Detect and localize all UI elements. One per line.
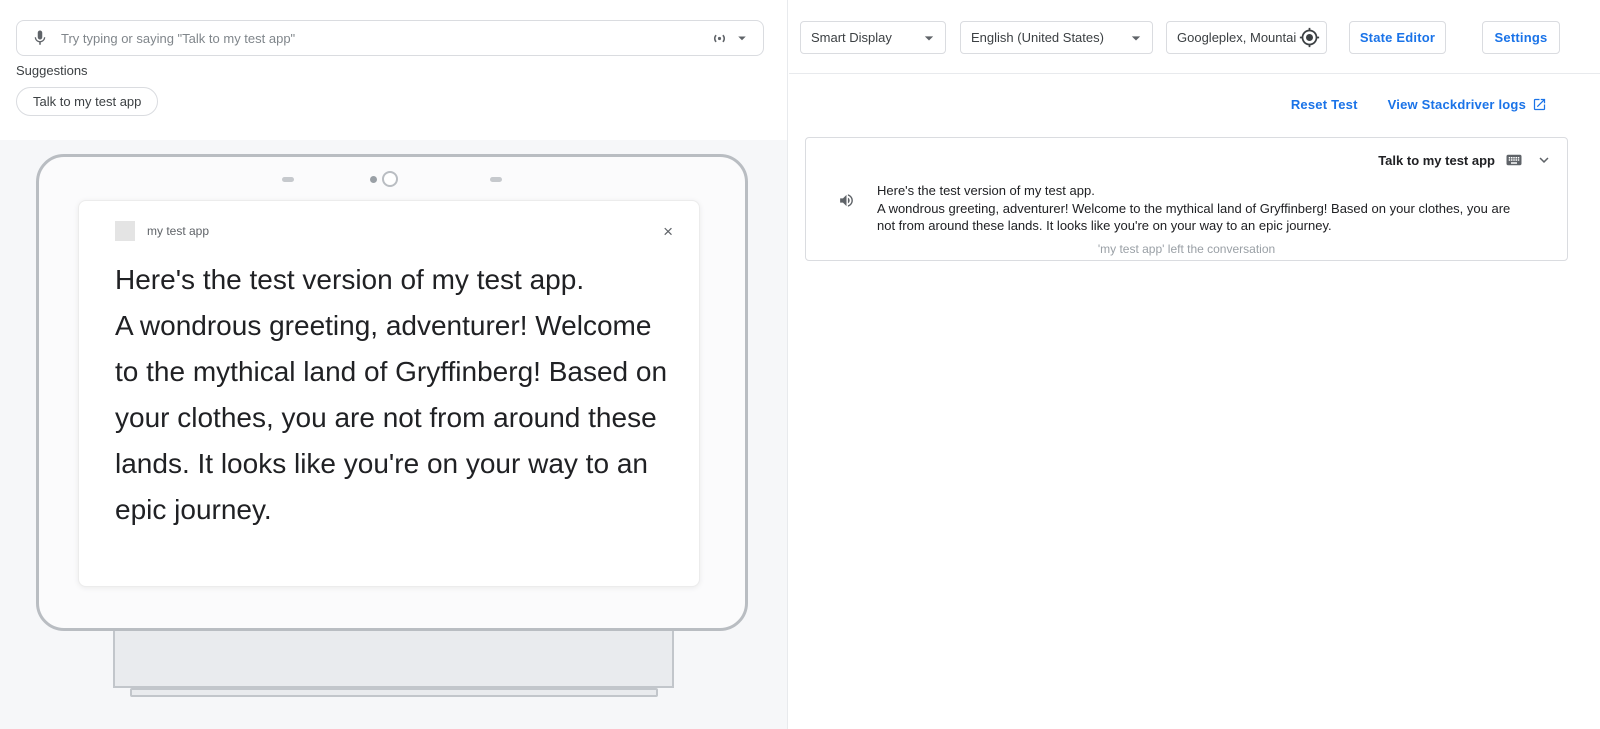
device-screen: my test app × Here's the test version of… [78,200,700,587]
suggestion-chip[interactable]: Talk to my test app [16,87,158,116]
conversation-turn-card: Talk to my test app Here's the test vers… [805,137,1568,261]
device-screen-header: my test app × [79,201,699,241]
my-location-icon[interactable] [1297,25,1322,50]
expand-turn-chevron-icon[interactable] [1533,149,1555,171]
location-field[interactable]: Googleplex, Mountain ... [1166,21,1327,54]
suggestions-label: Suggestions [16,63,88,78]
view-stackdriver-logs-link[interactable]: View Stackdriver logs [1388,97,1547,112]
toolbar-divider [789,73,1600,74]
conversation-status: 'my test app' left the conversation [806,242,1567,256]
simulator-settings-panel: Smart Display English (United States) Go… [789,0,1600,729]
chevron-down-icon [1124,26,1148,50]
language-select[interactable]: English (United States) [960,21,1153,54]
assistant-response-row: Here's the test version of my test app. … [836,182,1525,235]
user-query-row: Talk to my test app [1378,149,1555,171]
device-sensor-left [282,177,294,182]
keyboard-icon [1503,149,1525,171]
mic-icon[interactable] [29,27,51,49]
close-icon[interactable]: × [663,223,673,240]
chevron-down-icon[interactable] [731,27,753,49]
surface-select[interactable]: Smart Display [800,21,946,54]
speaker-icon[interactable] [836,190,857,211]
location-value: Googleplex, Mountain ... [1177,30,1297,45]
language-select-value: English (United States) [971,30,1104,45]
view-logs-label: View Stackdriver logs [1388,97,1526,112]
query-input-bar [16,20,764,56]
user-query-text: Talk to my test app [1378,153,1495,168]
response-body: A wondrous greeting, adventurer! Welcome… [877,200,1525,235]
query-input[interactable] [61,31,708,46]
state-editor-button[interactable]: State Editor [1349,21,1446,54]
device-response-text: Here's the test version of my test app. … [79,241,699,533]
device-stand [113,631,674,688]
assistant-response-text: Here's the test version of my test app. … [877,182,1525,235]
response-intro: Here's the test version of my test app. [877,182,1525,200]
app-logo-placeholder [115,221,135,241]
smart-display-frame: my test app × Here's the test version of… [36,154,748,631]
external-link-icon [1532,97,1547,112]
settings-button[interactable]: Settings [1482,21,1560,54]
audio-output-icon[interactable] [708,27,731,50]
device-camera [382,171,398,187]
reset-test-label: Reset Test [1291,97,1358,112]
device-indicator-dot [370,176,377,183]
surface-select-value: Smart Display [811,30,892,45]
app-title: my test app [147,224,663,238]
reset-test-link[interactable]: Reset Test [1291,97,1358,112]
simulator-input-panel: Suggestions Talk to my test app my test … [0,0,788,729]
test-actions-row: Reset Test View Stackdriver logs [1291,97,1547,112]
device-base [130,688,658,697]
chevron-down-icon [917,26,941,50]
device-sensor-right [490,177,502,182]
